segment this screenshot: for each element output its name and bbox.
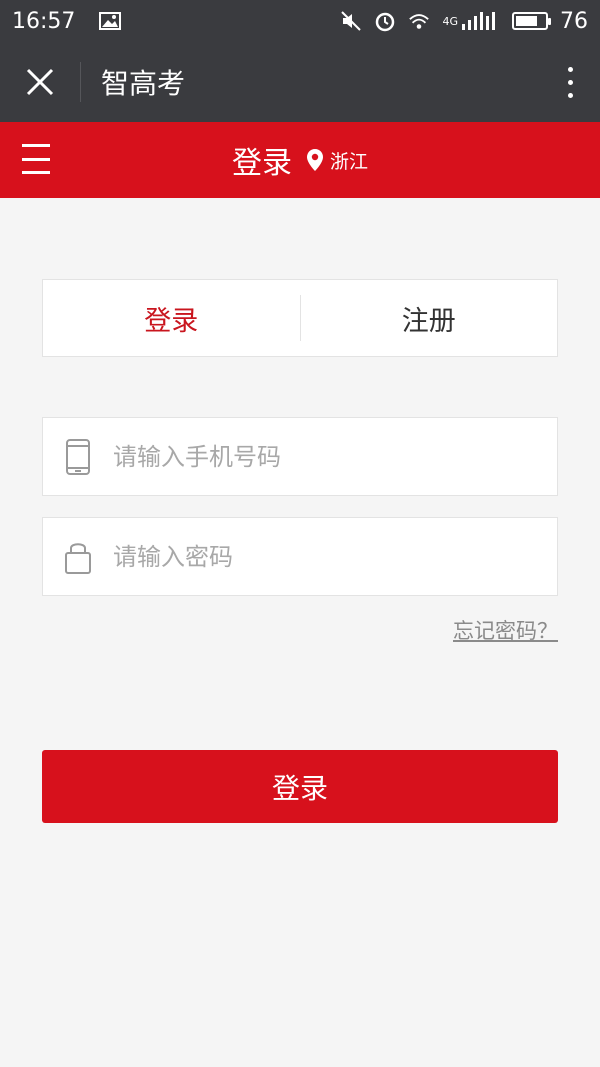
- close-icon: [26, 68, 54, 96]
- close-button[interactable]: [0, 42, 80, 122]
- network-type: 4G: [442, 14, 458, 28]
- password-input[interactable]: [113, 542, 533, 571]
- password-field[interactable]: [42, 517, 558, 596]
- status-time: 16:57: [12, 8, 76, 34]
- title-divider: [80, 62, 81, 102]
- tab-login[interactable]: 登录: [43, 299, 300, 338]
- more-dot: [567, 66, 573, 72]
- signal-bars-icon: [462, 12, 495, 30]
- more-dot: [567, 92, 573, 98]
- page-title: 登录: [231, 146, 292, 181]
- wifi-icon: [408, 10, 430, 32]
- lock-icon: [43, 517, 113, 596]
- alarm-icon: [374, 10, 396, 32]
- more-button[interactable]: [540, 42, 600, 122]
- mute-icon: [340, 10, 362, 32]
- signal-indicator: 4G: [442, 10, 500, 32]
- location-pin-icon: [306, 149, 323, 171]
- status-bar: 16:57 4G 76: [0, 0, 600, 42]
- login-button[interactable]: 登录: [42, 750, 558, 823]
- battery-icon: [512, 12, 551, 30]
- phone-input[interactable]: [113, 442, 533, 471]
- battery-level: 76: [560, 8, 588, 34]
- app-title: 智高考: [101, 67, 186, 100]
- location-label: 浙江: [329, 150, 368, 173]
- app-title-bar: 智高考: [0, 42, 600, 122]
- tab-register[interactable]: 注册: [301, 299, 558, 338]
- more-dot: [567, 79, 573, 85]
- phone-field[interactable]: [42, 417, 558, 496]
- menu-button[interactable]: [22, 144, 50, 174]
- image-icon: [99, 10, 122, 32]
- phone-icon: [43, 417, 113, 496]
- forgot-password-link[interactable]: 忘记密码？: [453, 615, 558, 645]
- page-header: 登录 浙江: [0, 122, 600, 198]
- auth-tabs: 登录 注册: [42, 279, 558, 357]
- location-selector[interactable]: 浙江: [306, 147, 368, 174]
